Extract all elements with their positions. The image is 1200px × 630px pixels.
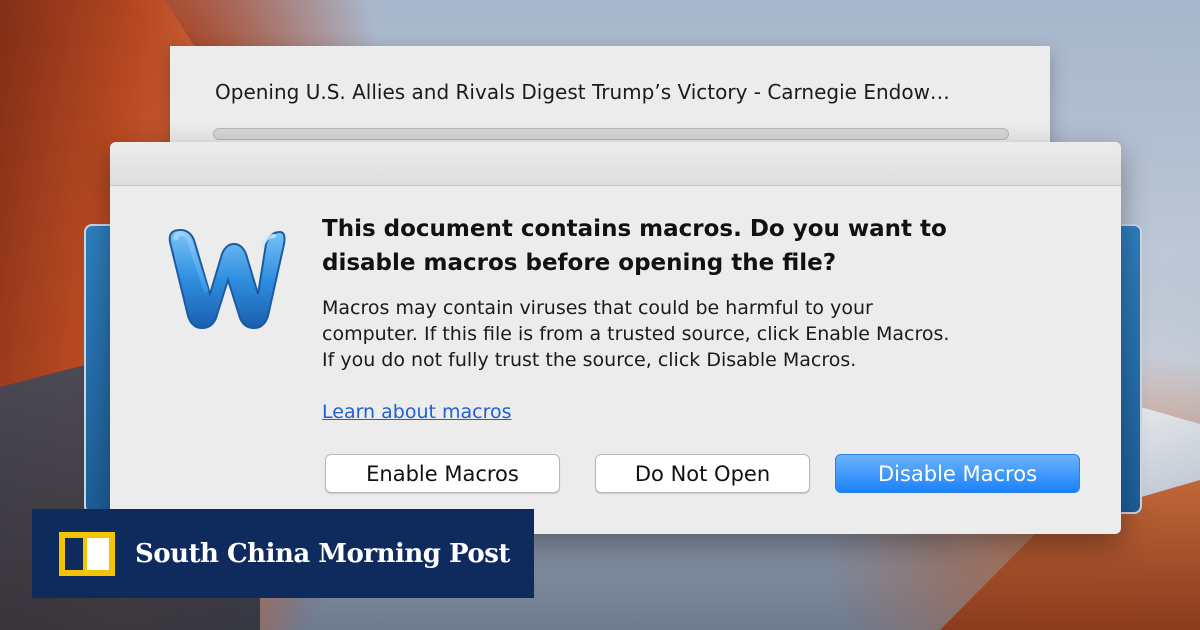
dialog-heading: This document contains macros. Do you wa…	[322, 212, 1082, 280]
disable-macros-button[interactable]: Disable Macros	[835, 454, 1080, 493]
progress-title: Opening U.S. Allies and Rivals Digest Tr…	[215, 80, 950, 104]
dialog-titlebar[interactable]	[110, 142, 1121, 186]
progress-bar	[213, 128, 1009, 140]
macro-warning-dialog: This document contains macros. Do you wa…	[110, 142, 1121, 534]
dialog-message-line-2: computer. If this file is from a trusted…	[322, 323, 950, 345]
enable-macros-button[interactable]: Enable Macros	[325, 454, 560, 493]
opening-progress-sheet: Opening U.S. Allies and Rivals Digest Tr…	[170, 46, 1050, 156]
dialog-heading-line-2: disable macros before opening the file?	[322, 250, 837, 276]
learn-about-macros-link[interactable]: Learn about macros	[322, 401, 512, 423]
scmp-logo-icon	[59, 531, 115, 576]
dialog-message-line-3: If you do not fully trust the source, cl…	[322, 349, 857, 371]
scmp-logo-banner: South China Morning Post	[32, 509, 534, 598]
dialog-heading-line-1: This document contains macros. Do you wa…	[322, 216, 947, 242]
dialog-message-line-1: Macros may contain viruses that could be…	[322, 297, 873, 319]
dialog-message: Macros may contain viruses that could be…	[322, 295, 1082, 373]
scmp-wordmark: South China Morning Post	[135, 538, 510, 569]
do-not-open-button[interactable]: Do Not Open	[595, 454, 810, 493]
microsoft-word-icon	[162, 224, 287, 334]
